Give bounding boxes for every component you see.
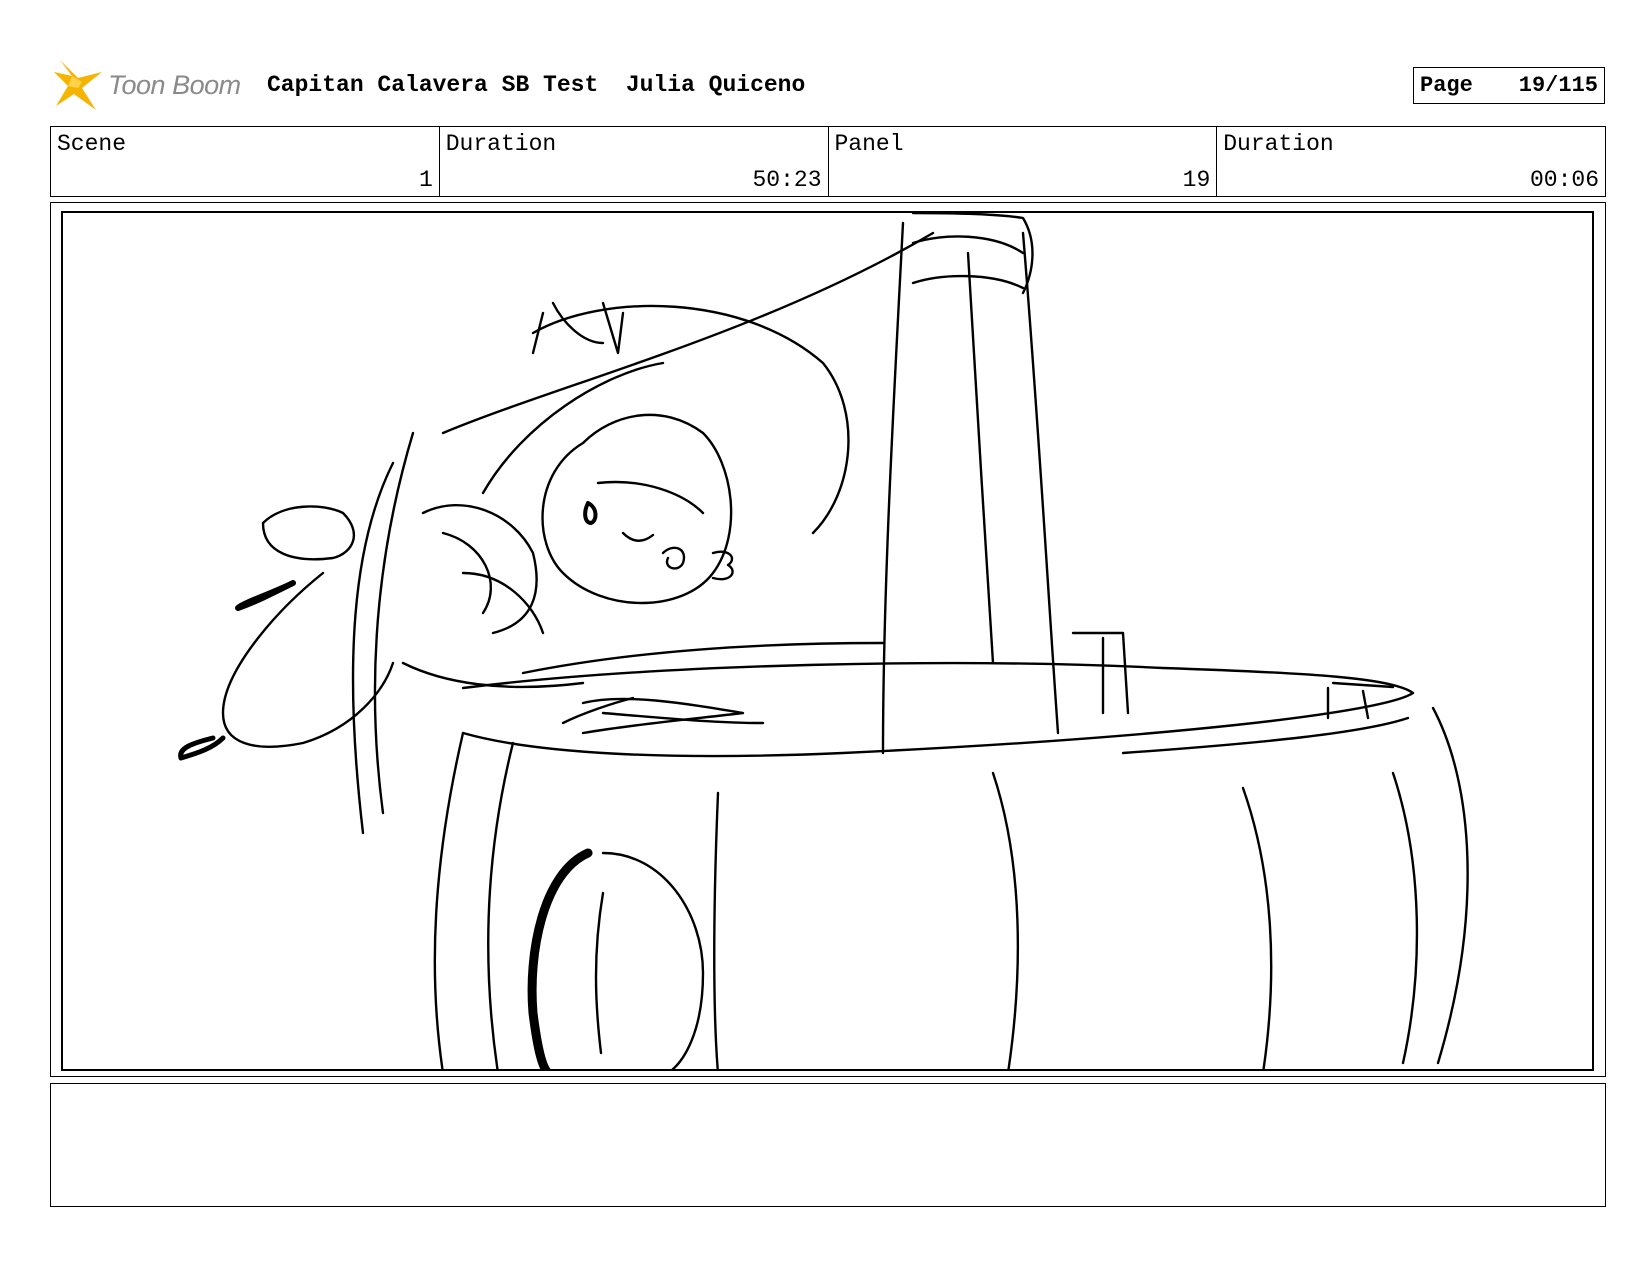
funnel — [881, 221, 905, 755]
scene-duration-label: Duration — [445, 131, 557, 157]
character-eye — [583, 501, 598, 525]
barrel-body — [433, 731, 465, 1069]
toon-boom-star-icon — [54, 60, 102, 110]
panel-duration-label: Duration — [1223, 131, 1334, 157]
character-arm — [421, 503, 538, 635]
page-indicator: Page 19/115 — [1413, 67, 1605, 104]
scene-duration-cell: Duration 50:23 — [440, 127, 829, 196]
page-number: 19/115 — [1518, 73, 1598, 98]
scene-label: Scene — [57, 131, 127, 157]
character-hand — [261, 505, 355, 561]
character-head — [541, 413, 733, 605]
panel-value: 19 — [1182, 167, 1211, 193]
panel-notes-box — [50, 1083, 1606, 1207]
panel-duration-cell: Duration 00:06 — [1217, 127, 1605, 196]
sketch-drawing — [178, 213, 1469, 1069]
logo-wordmark: Toon Boom — [108, 70, 241, 100]
barrel-rim — [461, 661, 1415, 758]
toon-boom-logo: Toon Boom — [52, 58, 252, 114]
panel-label: Panel — [834, 131, 904, 157]
scene-cell: Scene 1 — [51, 127, 440, 196]
scene-value: 1 — [418, 167, 433, 193]
scene-info-table: Scene 1 Duration 50:23 Panel 19 Duration… — [50, 126, 1606, 197]
barrel-porthole — [601, 851, 705, 1069]
page-label: Page — [1420, 73, 1473, 98]
scene-duration-value: 50:23 — [752, 167, 822, 193]
panel-duration-value: 00:06 — [1529, 167, 1599, 193]
storyboard-panel-image — [61, 211, 1594, 1071]
document-title: Capitan Calavera SB Test Julia Quiceno — [267, 72, 806, 98]
panel-cell: Panel 19 — [829, 127, 1218, 196]
